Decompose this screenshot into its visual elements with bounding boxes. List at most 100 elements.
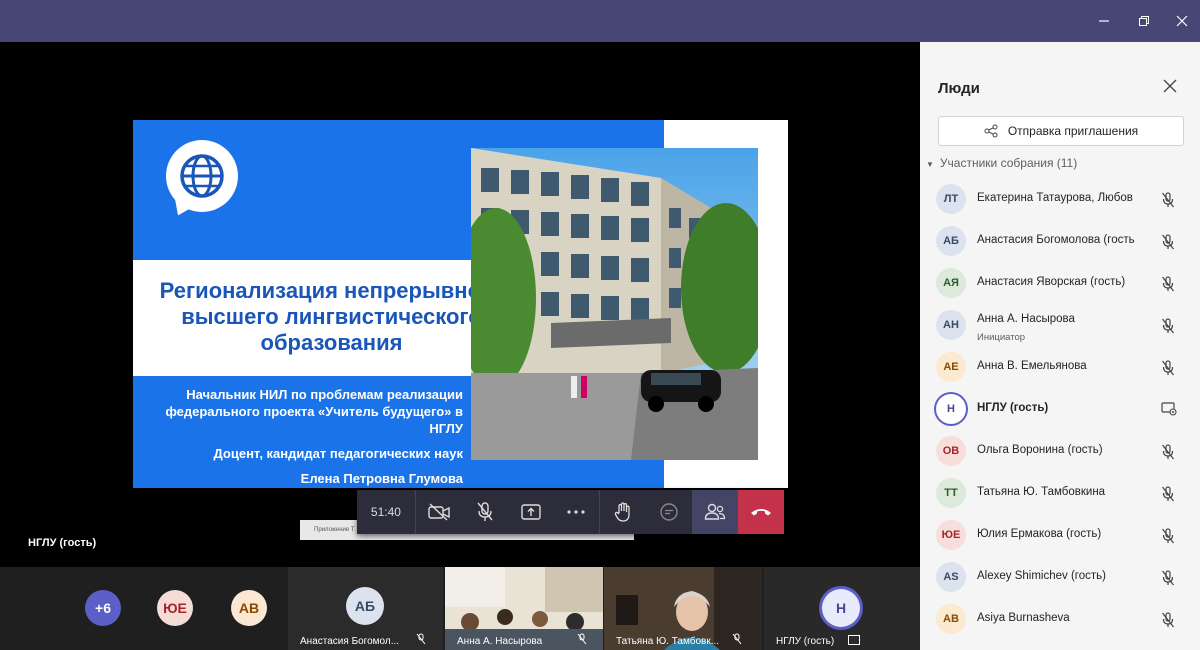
- tile-name: НГЛУ (гость): [776, 636, 835, 647]
- participant-name: Екатерина Татаурова, Любов: [977, 192, 1133, 204]
- subtitle-line: НГЛУ: [429, 421, 463, 436]
- close-icon: [1163, 79, 1177, 93]
- shared-slide: Регионализация непрерывного высшего линг…: [133, 120, 788, 488]
- title-bar: [0, 0, 1200, 42]
- mic-off-icon[interactable]: [1161, 234, 1177, 250]
- mic-off-icon[interactable]: [1161, 192, 1177, 208]
- participant-row[interactable]: АН Анна А. Насырова Инициатор: [920, 305, 1200, 347]
- participant-name: Alexey Shimichev (гость): [977, 570, 1106, 582]
- participant-row[interactable]: ЮЕ Юлия Ермакова (гость): [920, 515, 1200, 557]
- mic-off-icon[interactable]: [1161, 318, 1177, 334]
- panel-title: Люди: [938, 80, 980, 97]
- tile-name: Анастасия Богомол...: [300, 636, 400, 647]
- more-icon: [567, 510, 586, 514]
- screen-share-icon[interactable]: [1161, 402, 1177, 418]
- participants-icon: [704, 503, 726, 520]
- avatar: Н: [822, 589, 860, 627]
- subtitle-line: федерального проекта «Учитель будущего» …: [165, 404, 463, 419]
- avatar: АЕ: [936, 352, 966, 382]
- participant-row[interactable]: ОВ Ольга Воронина (гость): [920, 431, 1200, 473]
- mic-off-icon: [477, 502, 493, 521]
- participant-row[interactable]: AB Asiya Burnasheva: [920, 599, 1200, 641]
- participant-row[interactable]: АЕ Анна В. Емельянова: [920, 347, 1200, 389]
- more-actions-button[interactable]: [554, 490, 600, 534]
- participant-name: Анна В. Емельянова: [977, 360, 1087, 372]
- hang-up-icon: [751, 509, 772, 516]
- presenter-label: НГЛУ (гость): [28, 537, 97, 549]
- hang-up-button[interactable]: [738, 490, 784, 534]
- subtitle-line: Елена Петровна Глумова: [300, 471, 463, 486]
- participant-row[interactable]: АЯ Анастасия Яворская (гость): [920, 263, 1200, 305]
- mic-off-icon[interactable]: [1161, 276, 1177, 292]
- share-link-icon: [984, 124, 998, 138]
- invite-label: Отправка приглашения: [1007, 124, 1139, 138]
- avatar: AB: [936, 604, 966, 634]
- avatar-initials: АВ: [238, 600, 260, 616]
- camera-off-button[interactable]: [416, 490, 462, 534]
- share-screen-button[interactable]: [508, 490, 554, 534]
- video-tile[interactable]: Татьяна Ю. Тамбовк...: [604, 567, 762, 650]
- avatar: АЯ: [936, 268, 966, 298]
- avatar-initials: Н: [835, 600, 847, 616]
- mic-off-icon[interactable]: [1161, 570, 1177, 586]
- avatar: ЮЕ: [936, 520, 966, 550]
- avatar[interactable]: ЮЕ: [157, 590, 193, 626]
- slide-subtitle: Начальник НИЛ по проблемам реализации фе…: [133, 386, 463, 487]
- tile-name: Татьяна Ю. Тамбовк...: [616, 636, 720, 647]
- chat-icon: [660, 503, 678, 521]
- close-icon[interactable]: [1168, 8, 1196, 34]
- tile-name: Анна А. Насырова: [457, 636, 543, 647]
- overflow-participants[interactable]: +6: [85, 590, 121, 626]
- section-label: Участники собрания (11): [939, 156, 1078, 170]
- mic-off-icon[interactable]: [1161, 444, 1177, 460]
- avatar: ОВ: [936, 436, 966, 466]
- minimize-icon[interactable]: [1090, 8, 1118, 34]
- share-icon: [848, 635, 860, 648]
- participant-name: Анастасия Богомолова (гость: [977, 234, 1135, 246]
- mic-off-icon[interactable]: [1161, 612, 1177, 628]
- participant-row[interactable]: AS Alexey Shimichev (гость): [920, 557, 1200, 599]
- chevron-down-icon: ▼: [926, 160, 934, 169]
- close-panel-button[interactable]: [1160, 76, 1180, 96]
- avatar-initials: ЮЕ: [163, 600, 187, 616]
- video-tile[interactable]: Анна А. Насырова: [445, 567, 603, 650]
- maximize-icon[interactable]: [1130, 8, 1158, 34]
- video-tile[interactable]: АБ Анастасия Богомол...: [288, 567, 443, 650]
- subtitle-line: Доцент, кандидат педагогических наук: [213, 446, 464, 461]
- participants-button[interactable]: [692, 490, 739, 534]
- participant-row[interactable]: ЛТ Екатерина Татаурова, Любов: [920, 179, 1200, 221]
- mic-off-icon[interactable]: [1161, 528, 1177, 544]
- mic-off-icon: [577, 633, 587, 648]
- participant-name: Asiya Burnasheva: [977, 612, 1070, 624]
- participant-name: Анна А. Насырова: [977, 313, 1075, 325]
- mic-off-button[interactable]: [462, 490, 508, 534]
- raise-hand-button[interactable]: [600, 490, 646, 534]
- mic-off-icon[interactable]: [1161, 360, 1177, 376]
- avatar[interactable]: АВ: [231, 590, 267, 626]
- avatar: АН: [936, 310, 966, 340]
- avatar: АБ: [346, 587, 384, 625]
- participant-name: Татьяна Ю. Тамбовкина: [977, 486, 1106, 498]
- people-panel: Люди Отправка приглашения ▼ Участники соб…: [920, 42, 1200, 650]
- video-gallery: +6 ЮЕ АВ АБ Анастасия Богомол... Анна А.…: [0, 567, 920, 650]
- call-timer: 51:40: [357, 490, 416, 534]
- avatar: ЛТ: [936, 184, 966, 214]
- participant-row[interactable]: ТТ Татьяна Ю. Тамбовкина: [920, 473, 1200, 515]
- invite-button[interactable]: Отправка приглашения: [938, 116, 1184, 146]
- mic-off-icon[interactable]: [1161, 486, 1177, 502]
- participant-name: Юлия Ермакова (гость): [977, 528, 1102, 540]
- participant-row[interactable]: Н НГЛУ (гость): [920, 389, 1200, 431]
- chat-button[interactable]: [646, 490, 692, 534]
- participants-section-header[interactable]: ▼ Участники собрания (11): [926, 156, 1077, 170]
- avatar: ТТ: [936, 478, 966, 508]
- participant-name: Анастасия Яворская (гость): [977, 276, 1126, 288]
- avatar-initials: +6: [95, 600, 111, 616]
- participant-role: Инициатор: [977, 332, 1026, 343]
- participant-name: Ольга Воронина (гость): [977, 444, 1103, 456]
- participant-row[interactable]: АБ Анастасия Богомолова (гость: [920, 221, 1200, 263]
- video-tile[interactable]: Н НГЛУ (гость): [764, 567, 920, 650]
- building-photo: [471, 148, 758, 460]
- mic-off-icon: [416, 633, 426, 648]
- participant-name: НГЛУ (гость): [977, 402, 1049, 414]
- mic-off-icon: [732, 633, 742, 648]
